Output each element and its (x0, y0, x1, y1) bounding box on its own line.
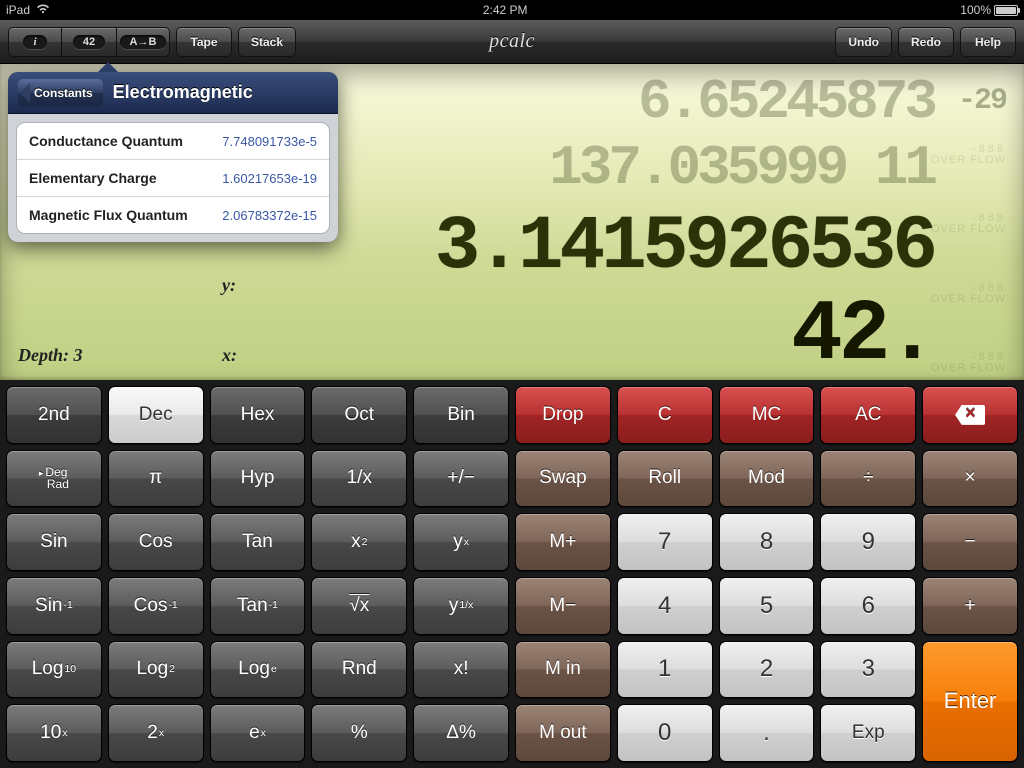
stack-line-1-exp: -29 (958, 84, 1006, 118)
key-enter[interactable]: Enter (922, 641, 1018, 762)
info-button[interactable]: i (8, 27, 62, 57)
convert-button[interactable]: A→B (116, 27, 170, 57)
constant-row[interactable]: Conductance Quantum7.748091733e-5 (17, 123, 329, 160)
key-rnd[interactable]: Rnd (311, 641, 407, 699)
key-dec[interactable]: Dec (108, 386, 204, 444)
stack-line-2: 137.035999 11 (549, 136, 934, 200)
popover-back-button[interactable]: Constants (18, 79, 103, 107)
key-9[interactable]: 9 (820, 513, 916, 571)
key-m-minus[interactable]: M− (515, 577, 611, 635)
constant-row[interactable]: Elementary Charge1.60217653e-19 (17, 160, 329, 197)
key-two-to-x[interactable]: 2x (108, 704, 204, 762)
redo-button[interactable]: Redo (898, 27, 954, 57)
key-y-to-x[interactable]: yx (413, 513, 509, 571)
constants-button[interactable]: 42 (62, 27, 116, 57)
key-e-to-x[interactable]: ex (210, 704, 306, 762)
key-m-in[interactable]: M in (515, 641, 611, 699)
key-hyp[interactable]: Hyp (210, 450, 306, 508)
key-backspace[interactable] (922, 386, 1018, 444)
key-4[interactable]: 4 (617, 577, 713, 635)
battery-pct: 100% (960, 3, 991, 17)
key-7[interactable]: 7 (617, 513, 713, 571)
key-reciprocal[interactable]: 1/x (311, 450, 407, 508)
key-acos[interactable]: Cos-1 (108, 577, 204, 635)
x-label: x: (222, 345, 237, 366)
key-mc[interactable]: MC (719, 386, 815, 444)
battery-indicator: 100% (960, 3, 1018, 17)
help-button[interactable]: Help (960, 27, 1016, 57)
key-6[interactable]: 6 (820, 577, 916, 635)
constants-popover: Constants Electromagnetic Conductance Qu… (8, 72, 338, 242)
stack-line-1: 6.65245873 (638, 70, 934, 134)
key-plus[interactable]: + (922, 577, 1018, 635)
key-log10[interactable]: Log10 (6, 641, 102, 699)
key-swap[interactable]: Swap (515, 450, 611, 508)
x-register: 42. (791, 286, 934, 380)
key-log2[interactable]: Log2 (108, 641, 204, 699)
ghost-indicators: -888OVER FLOW -888OVER FLOW -888OVER FLO… (931, 144, 1006, 374)
key-hex[interactable]: Hex (210, 386, 306, 444)
clock: 2:42 PM (483, 3, 528, 17)
key-1[interactable]: 1 (617, 641, 713, 699)
key-x-squared[interactable]: x2 (311, 513, 407, 571)
stack-button[interactable]: Stack (238, 27, 296, 57)
key-3[interactable]: 3 (820, 641, 916, 699)
key-m-out[interactable]: M out (515, 704, 611, 762)
y-label: y: (222, 275, 236, 296)
key-delta-percent[interactable]: Δ% (413, 704, 509, 762)
key-decimal[interactable]: . (719, 704, 815, 762)
key-percent[interactable]: % (311, 704, 407, 762)
key-ac[interactable]: AC (820, 386, 916, 444)
key-cos[interactable]: Cos (108, 513, 204, 571)
toolbar: i 42 A→B Tape Stack pcalc Undo Redo Help (0, 20, 1024, 64)
key-plus-minus[interactable]: +/− (413, 450, 509, 508)
key-drop[interactable]: Drop (515, 386, 611, 444)
constant-row[interactable]: Magnetic Flux Quantum2.06783372e-15 (17, 197, 329, 233)
depth-label: Depth: 3 (18, 345, 83, 366)
popover-title: Electromagnetic (113, 82, 253, 103)
key-8[interactable]: 8 (719, 513, 815, 571)
key-xth-root[interactable]: y1/x (413, 577, 509, 635)
key-pi[interactable]: π (108, 450, 204, 508)
key-2[interactable]: 2 (719, 641, 815, 699)
key-deg-rad[interactable]: ▸DegRad (6, 450, 102, 508)
key-roll[interactable]: Roll (617, 450, 713, 508)
key-asin[interactable]: Sin-1 (6, 577, 102, 635)
key-clear[interactable]: C (617, 386, 713, 444)
undo-button[interactable]: Undo (835, 27, 892, 57)
key-sqrt[interactable]: √x (311, 577, 407, 635)
key-sin[interactable]: Sin (6, 513, 102, 571)
key-5[interactable]: 5 (719, 577, 815, 635)
key-ten-to-x[interactable]: 10x (6, 704, 102, 762)
key-m-plus[interactable]: M+ (515, 513, 611, 571)
y-register: 3.1415926536 (435, 204, 934, 290)
key-atan[interactable]: Tan-1 (210, 577, 306, 635)
key-tan[interactable]: Tan (210, 513, 306, 571)
keyboard: 2nd Dec Hex Oct Bin Drop C MC AC ▸DegRad… (0, 380, 1024, 768)
device-label: iPad (6, 3, 30, 17)
battery-icon (994, 5, 1018, 16)
key-mod[interactable]: Mod (719, 450, 815, 508)
key-oct[interactable]: Oct (311, 386, 407, 444)
backspace-icon (955, 405, 985, 425)
key-ln[interactable]: Loge (210, 641, 306, 699)
key-factorial[interactable]: x! (413, 641, 509, 699)
key-minus[interactable]: − (922, 513, 1018, 571)
key-exp[interactable]: Exp (820, 704, 916, 762)
key-2nd[interactable]: 2nd (6, 386, 102, 444)
wifi-icon (36, 3, 50, 17)
tape-button[interactable]: Tape (176, 27, 232, 57)
status-bar: iPad 2:42 PM 100% (0, 0, 1024, 20)
key-bin[interactable]: Bin (413, 386, 509, 444)
key-divide[interactable]: ÷ (820, 450, 916, 508)
key-0[interactable]: 0 (617, 704, 713, 762)
key-multiply[interactable]: × (922, 450, 1018, 508)
